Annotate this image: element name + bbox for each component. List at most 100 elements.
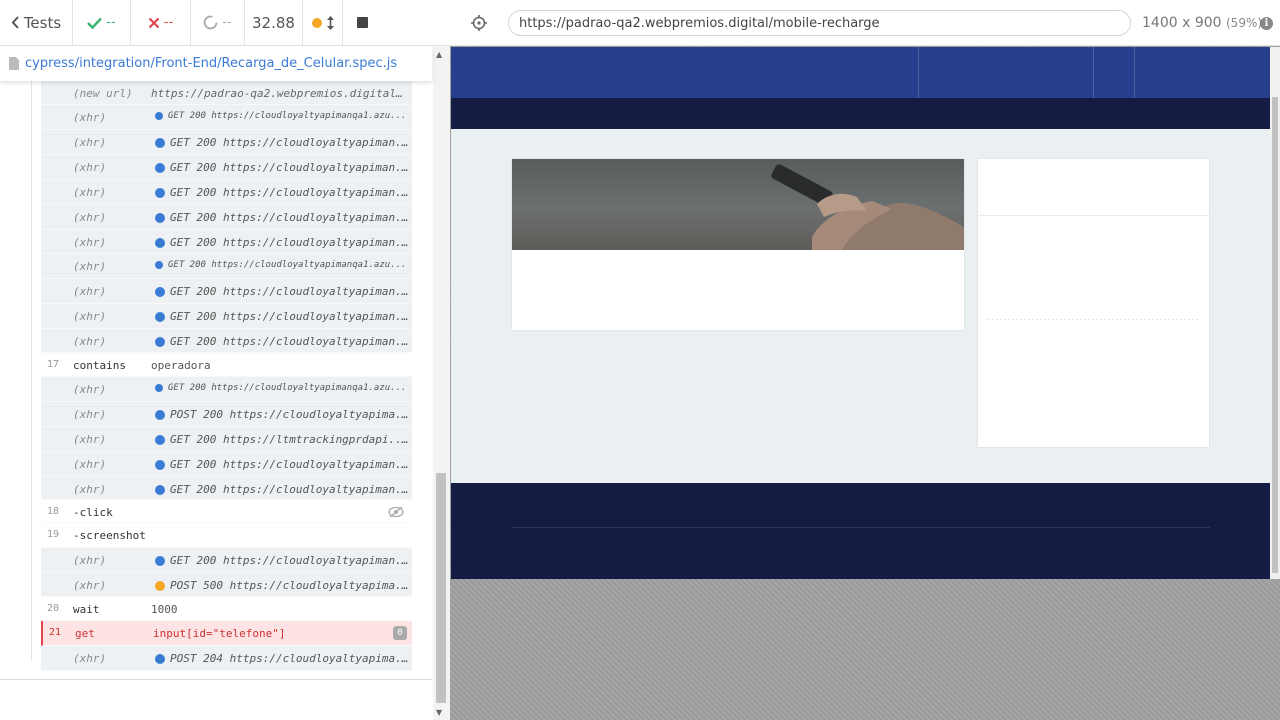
command-message: POST 200 https://cloudloyaltyapima... — [155, 408, 409, 421]
divider — [0, 679, 432, 680]
command-row[interactable]: (xhr) GET 200 https://cloudloyaltyapiman.… — [41, 230, 412, 254]
command-message: GET 200 https://cloudloyaltyapiman... — [155, 211, 409, 224]
aut-header: https://padrao-qa2.webpremios.digital/mo… — [450, 0, 1280, 46]
xhr-url: GET 200 https://ltmtrackingprdapi.... — [170, 433, 409, 446]
xhr-url: GET 200 https://cloudloyaltyapiman... — [170, 285, 409, 298]
url-bar[interactable]: https://padrao-qa2.webpremios.digital/mo… — [508, 10, 1131, 36]
scroll-arrows-icon — [326, 15, 334, 30]
command-name: (xhr) — [73, 161, 107, 174]
pending-stat: -- — [191, 0, 245, 46]
selector-playground-button[interactable] — [450, 0, 507, 46]
xhr-status-dot-icon — [155, 112, 163, 120]
command-row[interactable]: (xhr) GET 200 https://cloudloyaltyapiman.… — [41, 452, 412, 477]
command-row[interactable]: (xhr) GET 200 https://cloudloyaltyapiman.… — [41, 304, 412, 329]
xhr-url: GET 200 https://cloudloyaltyapiman... — [170, 211, 409, 224]
xhr-status-dot-icon — [155, 459, 165, 470]
command-message: GET 200 https://cloudloyaltyapiman... — [155, 161, 409, 174]
command-list: (new url) https://padrao-qa2.webpremios.d… — [41, 81, 412, 671]
chevron-left-icon — [11, 16, 19, 29]
app-under-test-panel: https://padrao-qa2.webpremios.digital/mo… — [450, 0, 1280, 720]
command-row[interactable]: 20 wait 1000 — [41, 597, 412, 621]
command-message: GET 200 https://cloudloyaltyapiman... — [155, 335, 409, 348]
xhr-status-dot-icon — [155, 434, 165, 445]
passed-count: -- — [106, 15, 116, 30]
xhr-url: POST 200 https://cloudloyaltyapima... — [170, 408, 409, 421]
xhr-status-dot-icon — [155, 409, 165, 420]
xhr-status-dot-icon — [155, 653, 165, 664]
command-row[interactable]: (xhr) GET 200 https://cloudloyaltyapimanq… — [41, 254, 412, 279]
scroll-down-icon[interactable]: ▼ — [436, 708, 442, 717]
command-row[interactable]: 19 -screenshot — [41, 523, 412, 548]
scroll-up-icon[interactable]: ▲ — [436, 50, 442, 59]
command-row[interactable]: (xhr) GET 200 https://cloudloyaltyapiman.… — [41, 329, 412, 353]
xhr-status-dot-icon — [155, 137, 165, 148]
command-number: 18 — [47, 506, 60, 517]
scrollbar-thumb[interactable] — [1272, 97, 1278, 573]
command-log: (new url) https://padrao-qa2.webpremios.d… — [0, 81, 432, 679]
command-row[interactable]: (xhr) GET 200 https://cloudloyaltyapimanq… — [41, 377, 412, 402]
command-name: (xhr) — [73, 383, 107, 396]
command-message: 1000 — [151, 603, 178, 616]
footer-divider — [511, 527, 1210, 528]
xhr-url: GET 200 https://cloudloyaltyapiman... — [170, 310, 409, 323]
scrollbar-thumb[interactable] — [436, 473, 446, 703]
command-row[interactable]: (xhr) GET 200 https://cloudloyaltyapiman.… — [41, 155, 412, 180]
command-message: GET 200 https://cloudloyaltyapimanqa1.az… — [155, 383, 409, 393]
command-row[interactable]: (xhr) GET 200 https://cloudloyaltyapiman.… — [41, 130, 412, 155]
check-icon — [87, 17, 103, 29]
command-message: GET 200 https://cloudloyaltyapiman... — [155, 458, 409, 471]
crosshair-icon — [470, 14, 487, 31]
command-row[interactable]: 21 get input[id="telefone"] 0 — [41, 621, 412, 646]
app-iframe — [451, 47, 1270, 579]
command-message: https://padrao-qa2.webpremios.digital... — [151, 87, 409, 100]
command-message: GET 200 https://cloudloyaltyapiman... — [155, 236, 409, 249]
command-name: (xhr) — [73, 458, 107, 471]
side-summary-card — [977, 158, 1210, 448]
divider — [988, 319, 1198, 320]
command-row[interactable]: 18 -click — [41, 500, 412, 523]
command-row[interactable]: (xhr) POST 500 https://cloudloyaltyapima.… — [41, 573, 412, 597]
stop-button[interactable] — [343, 0, 381, 46]
xhr-status-dot-icon — [155, 384, 163, 392]
command-row[interactable]: (xhr) GET 200 https://cloudloyaltyapiman.… — [41, 548, 412, 573]
command-row[interactable]: (xhr) GET 200 https://cloudloyaltyapiman.… — [41, 279, 412, 304]
viewport-scale: (59%) — [1226, 16, 1263, 30]
spec-file-link[interactable]: cypress/integration/Front-End/Recarga_de… — [25, 56, 397, 71]
app-scrollbar[interactable] — [1270, 47, 1280, 579]
command-row[interactable]: (xhr) POST 204 https://cloudloyaltyapima.… — [41, 646, 412, 671]
command-message: POST 204 https://cloudloyaltyapima... — [155, 652, 409, 665]
element-count-badge: 0 — [393, 626, 407, 640]
command-name: (xhr) — [73, 136, 107, 149]
command-message: operadora — [151, 359, 211, 372]
reporter-header: Tests -- -- -- 32.88 — [0, 0, 450, 46]
pending-count: -- — [222, 15, 232, 30]
failed-stat: -- — [131, 0, 191, 46]
running-dot-icon — [311, 17, 322, 28]
command-message: GET 200 https://cloudloyaltyapiman... — [155, 483, 409, 496]
cypress-runner: Tests -- -- -- 32.88 cypress/integration… — [0, 0, 1280, 720]
recharge-banner-card — [511, 158, 965, 331]
failed-count: -- — [163, 15, 174, 30]
tests-button[interactable]: Tests — [0, 0, 73, 46]
reporter-scrollbar[interactable]: ▲ ▼ — [433, 46, 450, 720]
xhr-status-dot-icon — [155, 336, 165, 347]
auto-scroll-toggle[interactable] — [303, 0, 343, 46]
command-row[interactable]: (xhr) GET 200 https://cloudloyaltyapiman.… — [41, 477, 412, 500]
command-message: GET 200 https://cloudloyaltyapimanqa1.az… — [155, 111, 409, 121]
nav-separator — [1093, 47, 1094, 98]
info-icon[interactable]: i — [1260, 17, 1273, 30]
xhr-url: GET 200 https://cloudloyaltyapimanqa1.az… — [168, 111, 407, 121]
command-row[interactable]: (new url) https://padrao-qa2.webpremios.d… — [41, 81, 412, 105]
command-row[interactable]: (xhr) POST 200 https://cloudloyaltyapima.… — [41, 402, 412, 427]
command-number: 19 — [47, 529, 60, 540]
command-row[interactable]: (xhr) GET 200 https://ltmtrackingprdapi..… — [41, 427, 412, 452]
command-message: GET 200 https://cloudloyaltyapiman... — [155, 136, 409, 149]
stop-icon — [356, 17, 368, 28]
xhr-url: GET 200 https://cloudloyaltyapiman... — [170, 483, 409, 496]
xhr-status-dot-icon — [155, 162, 165, 173]
command-row[interactable]: (xhr) GET 200 https://cloudloyaltyapiman.… — [41, 205, 412, 230]
command-row[interactable]: 17 contains operadora — [41, 353, 412, 377]
command-row[interactable]: (xhr) GET 200 https://cloudloyaltyapiman.… — [41, 180, 412, 205]
xhr-url: POST 204 https://cloudloyaltyapima... — [170, 652, 409, 665]
command-row[interactable]: (xhr) GET 200 https://cloudloyaltyapimanq… — [41, 105, 412, 130]
